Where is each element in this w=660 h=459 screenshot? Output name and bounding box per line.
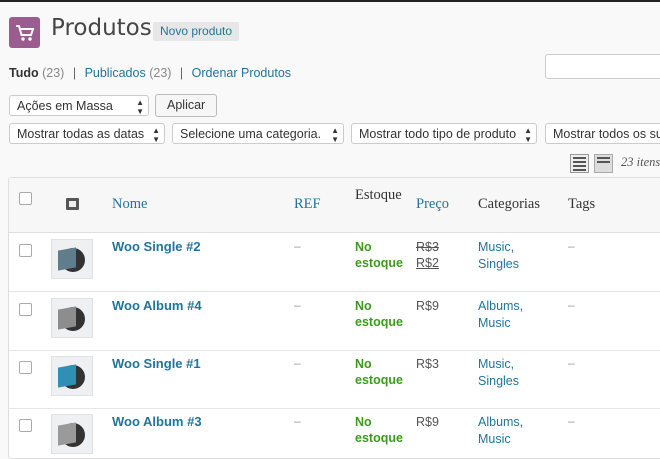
column-tags: Tags [568,196,596,212]
price-value: R$3 R$2 [416,240,439,270]
category-links[interactable]: Music, Singles [478,356,519,390]
price-value: R$3 [416,357,439,371]
tags-value: – [568,414,575,428]
select-arrows-icon: ▲ ▼ [152,126,160,144]
column-price[interactable]: Preço [416,196,449,213]
product-type-filter-select[interactable]: Mostrar todo tipo de produto ▲ ▼ [351,123,537,144]
stock-status: No estoque [355,357,403,387]
table-row: Woo Album #4 – No estoque R$9 Albums, Musi… [9,292,660,351]
select-arrows-icon: ▲ ▼ [331,126,339,144]
category-filter-value: Selecione uma categoria. [180,127,322,141]
column-sku[interactable]: REF [294,196,321,213]
table-row: Woo Single #2 – No estoque R$3 R$2 Music, S… [9,233,660,292]
table-row: Woo Single #1 – No estoque R$3 Music, Sing… [9,350,660,409]
view-published-link[interactable]: Publicados [85,66,146,80]
category-links[interactable]: Albums, Music [478,414,523,448]
separator: | [72,66,77,80]
stock-filter-value: Mostrar todos os su [553,127,660,141]
add-product-button[interactable]: Novo produto [153,22,240,41]
category-links[interactable]: Music, Singles [478,239,519,273]
bulk-actions-value: Ações em Massa [17,99,113,113]
product-type-filter-value: Mostrar todo tipo de produto [359,127,517,141]
tags-value: – [568,239,575,253]
view-all-count: (23) [42,66,65,80]
sku-value: – [294,356,301,370]
column-categories: Categorias [478,196,541,212]
product-name-link[interactable]: Woo Album #3 [112,414,202,429]
table-header: Nome REF Estoque Preço Categorias Tags [9,178,660,233]
page-title: Produtos [51,15,152,41]
bulk-actions-select[interactable]: Ações em Massa ▲ ▼ [9,95,149,116]
stock-filter-select[interactable]: Mostrar todos os su [545,123,660,144]
price-value: R$9 [416,299,439,313]
list-view-icon[interactable] [570,154,589,173]
sort-products-link[interactable]: Ordenar Produtos [192,66,291,80]
select-arrows-icon: ▲ ▼ [524,126,532,144]
product-thumbnail[interactable] [51,356,93,396]
row-checkbox[interactable] [19,303,32,316]
table-row: Woo Album #3 – No estoque R$9 Albums, Musi… [9,408,660,458]
row-checkbox[interactable] [19,244,32,257]
product-name-link[interactable]: Woo Album #4 [112,298,202,313]
select-all-checkbox[interactable] [19,192,32,205]
tags-value: – [568,298,575,312]
top-bar-edge [0,0,660,2]
image-column-icon [66,198,79,210]
date-filter-select[interactable]: Mostrar todas as datas ▲ ▼ [9,123,165,144]
price-value: R$9 [416,415,439,429]
sku-value: – [294,414,301,428]
select-arrows-icon: ▲ ▼ [136,98,144,116]
product-name-link[interactable]: Woo Single #2 [112,239,201,254]
column-name[interactable]: Nome [112,196,147,213]
view-published-count: (23) [149,66,172,80]
product-thumbnail[interactable] [51,414,93,454]
cart-icon [9,17,40,48]
stock-status: No estoque [355,240,403,270]
apply-button[interactable]: Aplicar [155,94,218,117]
products-table: Nome REF Estoque Preço Categorias Tags W… [8,177,660,459]
column-stock: Estoque [355,187,402,203]
product-thumbnail[interactable] [51,298,93,338]
row-checkbox[interactable] [19,361,32,374]
date-filter-value: Mostrar todas as datas [17,127,145,141]
search-input[interactable] [545,54,660,79]
view-all-link[interactable]: Tudo [9,66,39,80]
separator: | [179,66,184,80]
excerpt-view-icon[interactable] [594,154,613,173]
row-checkbox[interactable] [19,419,32,432]
category-links[interactable]: Albums, Music [478,298,523,332]
sku-value: – [294,298,301,312]
sku-value: – [294,239,301,253]
stock-status: No estoque [355,299,403,329]
view-filters: Tudo (23) | Publicados (23) | Ordenar Pr… [9,66,291,80]
category-filter-select[interactable]: Selecione uma categoria. ▲ ▼ [172,123,344,144]
product-name-link[interactable]: Woo Single #1 [112,356,201,371]
items-count: 23 itens [621,155,660,169]
tags-value: – [568,356,575,370]
stock-status: No estoque [355,415,403,445]
product-thumbnail[interactable] [51,239,93,279]
